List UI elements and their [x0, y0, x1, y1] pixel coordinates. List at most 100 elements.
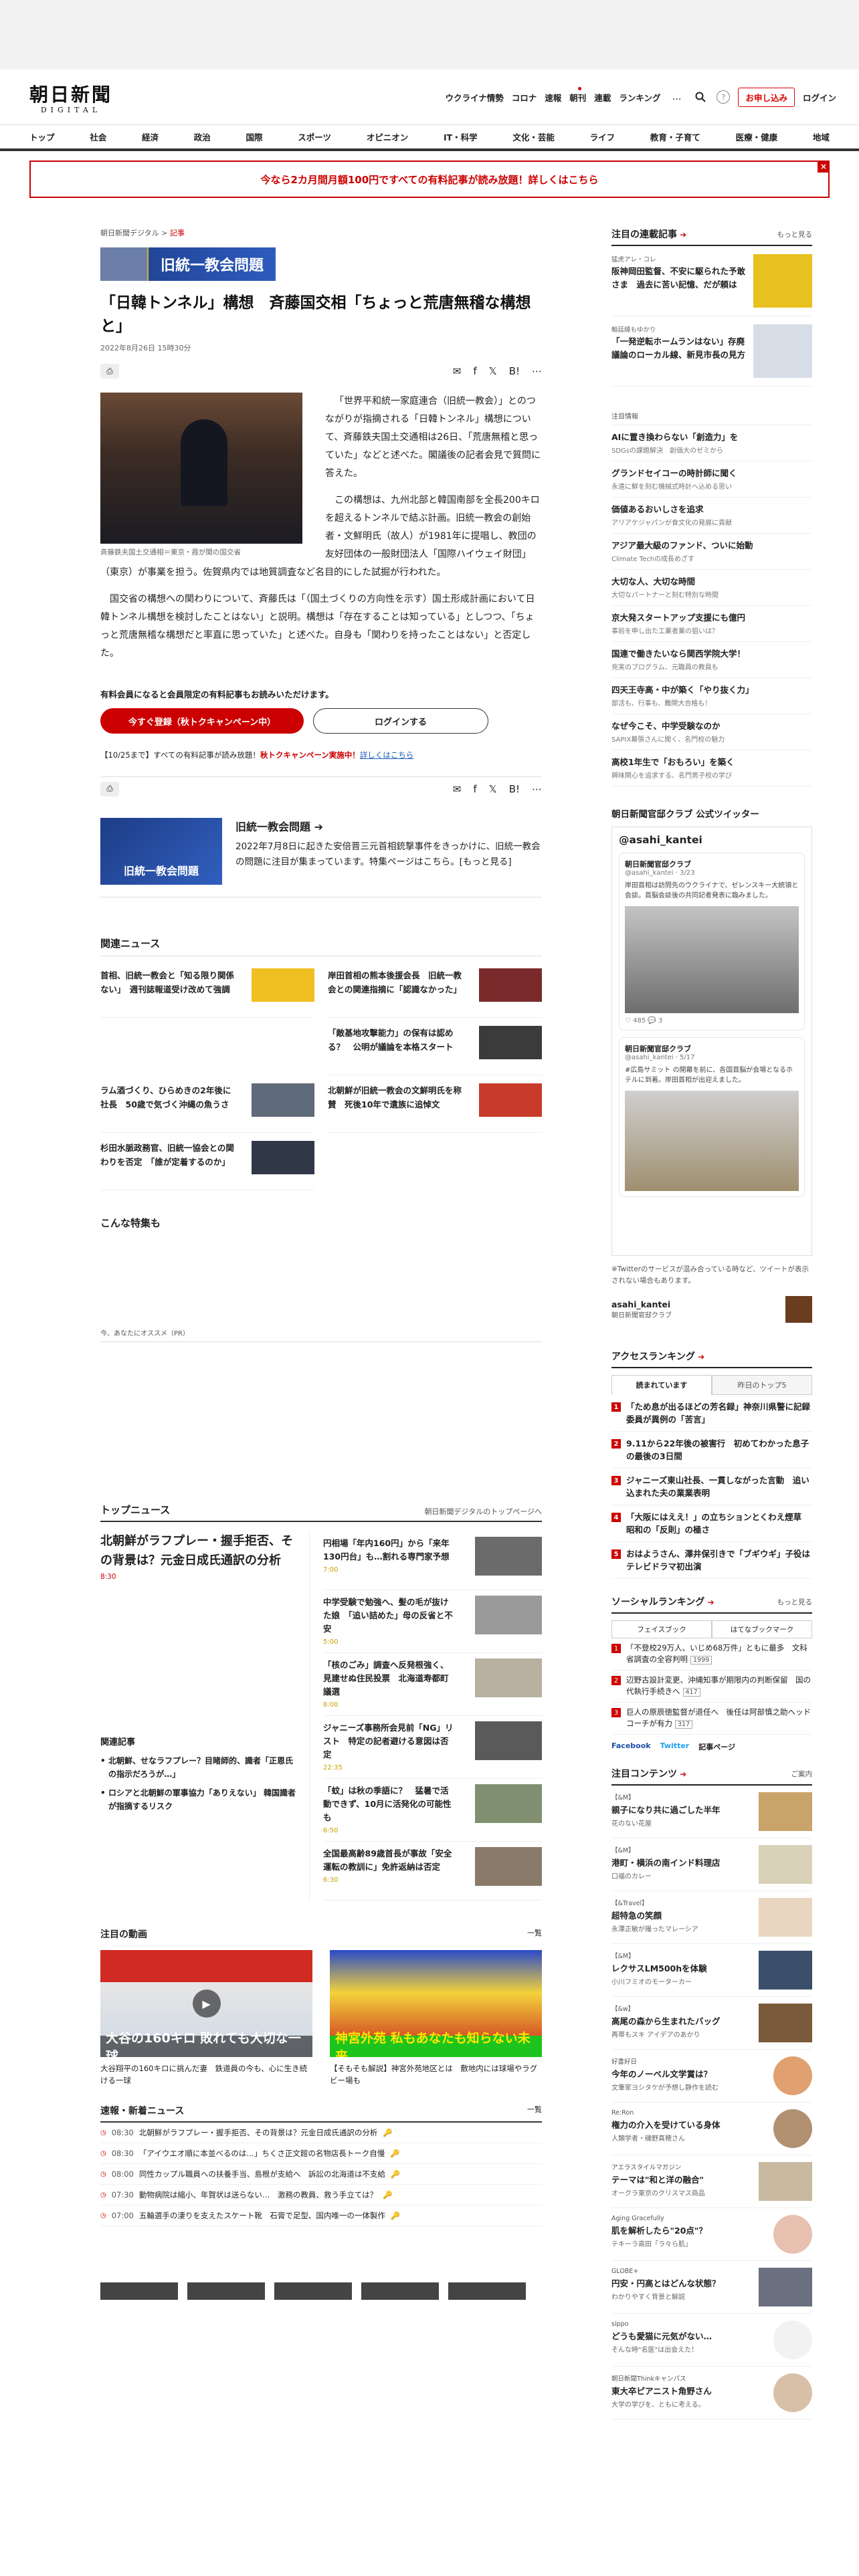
top-news-item[interactable]: 円相場「年内160円」から「来年130円台」も…割れる専門家予想 7:00 [323, 1531, 542, 1590]
social-ranking-item[interactable]: 3 巨人の原辰徳監督が退任へ 後任は阿部慎之助ヘッドコーチが有力 317 [611, 1703, 812, 1735]
breaking-news-item[interactable]: ◷ 08:00 同性カップル職員への扶養手当、島根が支給へ 訴訟の北海道は不支給 🔑 [100, 2164, 542, 2185]
login-link[interactable]: ログイン [803, 91, 836, 104]
ranking-item[interactable]: 4 「大阪にはええ！」の立ちションとくわえ煙草 昭和の「反則」の極さ [611, 1505, 812, 1542]
notable-info-item[interactable]: アジア最大級のファンド、ついに始動 Climate Techの成長めざす [611, 534, 812, 570]
thumbnail[interactable] [187, 2282, 265, 2300]
related-news-item[interactable]: 杉田水脈政務官、旧統一協会との関わりを否定 「誰が定着するのか」 [100, 1133, 314, 1190]
tweet[interactable]: 朝日新聞官邸クラブ @asahi_kantei · 5/17 #広島サミット の… [619, 1037, 805, 1197]
nav-opinion[interactable]: オピニオン [367, 130, 409, 143]
breaking-news-item[interactable]: ◷ 07:00 五輪選手の淒りを支えたスケート靴 石膏で足型、国内唯一の一体製作 🔑 [100, 2206, 542, 2226]
tab-facebook[interactable]: フェイスブック [611, 1620, 712, 1638]
hatena-bookmark-icon[interactable]: B! [509, 365, 520, 377]
top-news-lead-title[interactable]: 北朝鮮がラフプレー・握手拒否、その背景は？元金日成氏通訳の分析 [100, 1534, 293, 1568]
util-link-corona[interactable]: コロナ [512, 91, 537, 104]
related-article-link[interactable]: ロシアと北朝鮮の軍事協力「ありえない」 韓国識者が指摘するリスク [100, 1786, 296, 1813]
notable-info-item[interactable]: 大切な人、大切な時間 大切なパートナーと刻む特別な時間 [611, 570, 812, 606]
play-icon[interactable]: ▶ [192, 1990, 221, 2018]
nav-education[interactable]: 教育・子育て [650, 130, 700, 143]
thumbnail[interactable] [100, 2282, 178, 2300]
series-item[interactable]: 輸廷縁もゆかり 「一発逆転ホームランはない」存廃議論のローカル線、新見市長の見方 [611, 316, 812, 387]
content-item[interactable]: アエラスタイルマガジン テーマは"和と洋の融合" オークラ東京のクリスマス商品 [611, 2155, 812, 2208]
breaking-more-link[interactable]: 一覧 [527, 2104, 542, 2117]
social-ranking-item[interactable]: 1 「不登校29万人、いじめ68万件」ともに最多 文科省調査の全容判明 1999 [611, 1638, 812, 1671]
search-icon[interactable] [692, 89, 708, 105]
more-menu-icon[interactable]: … [668, 89, 684, 105]
nav-culture[interactable]: 文化・芸能 [512, 130, 555, 143]
close-icon[interactable]: × [818, 160, 830, 173]
campaign-link[interactable]: 詳しくはこちら [360, 750, 414, 760]
nav-society[interactable]: 社会 [90, 130, 106, 143]
thumbnail[interactable] [361, 2282, 439, 2300]
notable-info-item[interactable]: なぜ今こそ、中学受験なのか SAPIX幕張さんに聞く、名門校の魅力 [611, 714, 812, 750]
mail-icon[interactable]: ✉ [453, 365, 462, 377]
topic-badge[interactable]: 旧統一教会問題 [100, 247, 276, 281]
content-item[interactable]: Re:Ron 権力の介入を受けている身体 人類学者・磯野真穂さん [611, 2103, 812, 2155]
related-news-item[interactable]: 岸田首相の熊本後援会長 旧統一教会との関連指摘に「認識なかった」 [328, 960, 542, 1018]
tweet[interactable]: 朝日新聞官邸クラブ @asahi_kantei · 3/23 岸田首相は訪問先の… [619, 853, 805, 1031]
content-item[interactable]: 【&M】 レクサスLM500hを体験 小川フミオのモーターカー [611, 1944, 812, 1997]
top-news-item[interactable]: ジャニーズ事務所会見前「NG」リスト 特定の記者避ける意図は否定 22:35 [323, 1716, 542, 1779]
subscribe-button[interactable]: お申し込み [738, 87, 795, 107]
nav-local[interactable]: 地域 [813, 130, 830, 143]
tab-most-read[interactable]: 読まれています [611, 1375, 712, 1395]
top-news-item[interactable]: 「核のごみ」調査へ反発根強く、見建せぬ住民投票 北海道寿都町議選 8:00 [323, 1653, 542, 1716]
util-link-ukraine[interactable]: ウクライナ情勢 [446, 91, 504, 104]
util-link-ranking[interactable]: ランキング [619, 91, 660, 104]
notable-info-item[interactable]: 四天王寺高・中が築く「やり抜く力」 部活も、行事も、難関大合格も！ [611, 678, 812, 714]
notable-info-item[interactable]: 国連で働きたいなら関西学院大学！ 充実のプログラム、元職員の教員も [611, 642, 812, 678]
register-button[interactable]: 今すぐ登録（秋トクキャンペーン中） [100, 708, 304, 734]
campaign-banner[interactable]: 今なら2カ月間月額100円ですべての有料記事が読み放題！詳しくはこちら × [29, 160, 830, 198]
article-photo[interactable]: 斉藤鉄夫国土交通相＝東京・霞が関の国交省 [100, 393, 302, 557]
top-news-item[interactable]: 「蚊」は秋の季語に？ 猛暑で活動できず、10月に活発化の可能性も 6:50 [323, 1779, 542, 1842]
nav-international[interactable]: 国際 [246, 130, 263, 143]
nav-life[interactable]: ライフ [590, 130, 615, 143]
nav-economy[interactable]: 経済 [142, 130, 159, 143]
twitter-icon[interactable]: 𝕏 [489, 783, 497, 795]
ranking-item[interactable]: 1 「ため息が出るほどの芳名録」神奈川県警に記録委員が異例の「苦言」 [611, 1395, 812, 1432]
twitter-icon[interactable]: 𝕏 [489, 365, 497, 377]
notable-info-item[interactable]: 京大発スタートアップ支援にも億円 事前を申し出た工業者業の狙いは？ [611, 606, 812, 642]
top-news-item[interactable]: 中学受験で勉強へ、髪の毛が抜けた娘 「追い詰めた」母の反省と不安 5:00 [323, 1590, 542, 1653]
twitter-account-title[interactable]: @asahi_kantei [619, 834, 805, 846]
notable-info-item[interactable]: 価値あるおいしさを追求 アリアケジャパンが食文化の発展に貢献 [611, 498, 812, 534]
follow-twitter-link[interactable]: Twitter [660, 1741, 690, 1752]
series-promo-title[interactable]: 旧統一教会問題 ➔ [235, 818, 542, 834]
video-item[interactable]: 神宮外苑 私もあなたも知らない未来 【そもそも解説】神宮外苑地区とは 敷地内には… [330, 1950, 542, 2086]
social-more-link[interactable]: もっと見る [777, 1597, 813, 1607]
util-link-morning[interactable]: 朝刊 [569, 86, 586, 104]
series-item[interactable]: 猛虎アレ・コレ 阪神岡田監督、不安に駆られた予敢さま 過去に苦い記憶、だが頼は [611, 246, 812, 316]
content-item[interactable]: GLOBE+ 円安・円高とはどんな状態？ わかりやすく背景と解説 [611, 2261, 812, 2314]
videos-more-link[interactable]: 一覧 [527, 1927, 542, 1941]
related-news-item[interactable]: ラム酒づくり、ひらめきの2年後に社長 50歳で気づく沖縄の魚うさ [100, 1075, 314, 1133]
notable-info-item[interactable]: グランドセイコーの時計師に聞く 永遠に鮮を刻む機械式時計へ込める思い [611, 461, 812, 498]
facebook-icon[interactable]: f [473, 783, 476, 795]
breaking-news-item[interactable]: ◷ 07:30 動物病院は縮小、年賀状は送らない… 激務の教員、救う手立ては？ 🔑 [100, 2185, 542, 2206]
nav-it-science[interactable]: IT・科学 [444, 130, 478, 143]
thumbnail[interactable] [448, 2282, 526, 2300]
ranking-item[interactable]: 5 おはようさん、澤井保引きで「ブギウギ」子役はテレビドラマ初出演 [611, 1542, 812, 1579]
notable-info-item[interactable]: AIに置き換わらない「創造力」を SDGsの課題解決 創価大のゼミから [611, 425, 812, 461]
util-link-series[interactable]: 連載 [594, 91, 611, 104]
thumbnail[interactable] [274, 2282, 352, 2300]
content-item[interactable]: 【&M】 親子になり共に過ごした半年 花のない花屋 [611, 1786, 812, 1838]
facebook-icon[interactable]: f [473, 365, 476, 377]
tab-yesterday-top5[interactable]: 昨日のトップ5 [712, 1375, 812, 1395]
series-more-link[interactable]: もっと見る [777, 229, 813, 239]
content-item[interactable]: 好書好日 今年のノーベル文学賞は？ 文筆家ヨシタケが予想し静作を読む [611, 2050, 812, 2103]
related-article-link[interactable]: 北朝鮮、せなラフプレー？目睹師的、識者「正恩氏の指示だろうが…」 [100, 1754, 296, 1781]
tab-hatena[interactable]: はてなブックマーク [712, 1620, 812, 1638]
nav-sports[interactable]: スポーツ [298, 130, 331, 143]
nav-top[interactable]: トップ [29, 130, 55, 143]
help-icon[interactable]: ? [717, 90, 731, 104]
util-link-breaking[interactable]: 速報 [545, 91, 561, 104]
more-share-icon[interactable]: ⋯ [532, 783, 542, 795]
more-share-icon[interactable]: ⋯ [532, 365, 542, 377]
twitter-account[interactable]: asahi_kantei 朝日新聞官邸クラブ [611, 1296, 812, 1323]
series-sidebar-heading[interactable]: 注目の連載記事 [611, 227, 686, 241]
related-news-item[interactable]: 「敵基地攻撃能力」の保有は認める？ 公明が議論を本格スタート [328, 1018, 542, 1075]
follow-facebook-link[interactable]: Facebook [611, 1741, 651, 1752]
content-item[interactable]: sippo どうも愛猫に元気がない… そんな時"名医"は出会えた！ [611, 2314, 812, 2367]
content-item[interactable]: Aging Gracefully 肌を解析したら"20点"？ テキーラ高田「ラ々ら肌… [611, 2208, 812, 2261]
site-logo[interactable]: 朝日新聞 DIGITAL [29, 80, 112, 114]
series-promo[interactable]: 旧統一教会問題 旧統一教会問題 ➔ 2022年7月8日に起きた安倍晋三元首相銃撃… [100, 818, 542, 897]
